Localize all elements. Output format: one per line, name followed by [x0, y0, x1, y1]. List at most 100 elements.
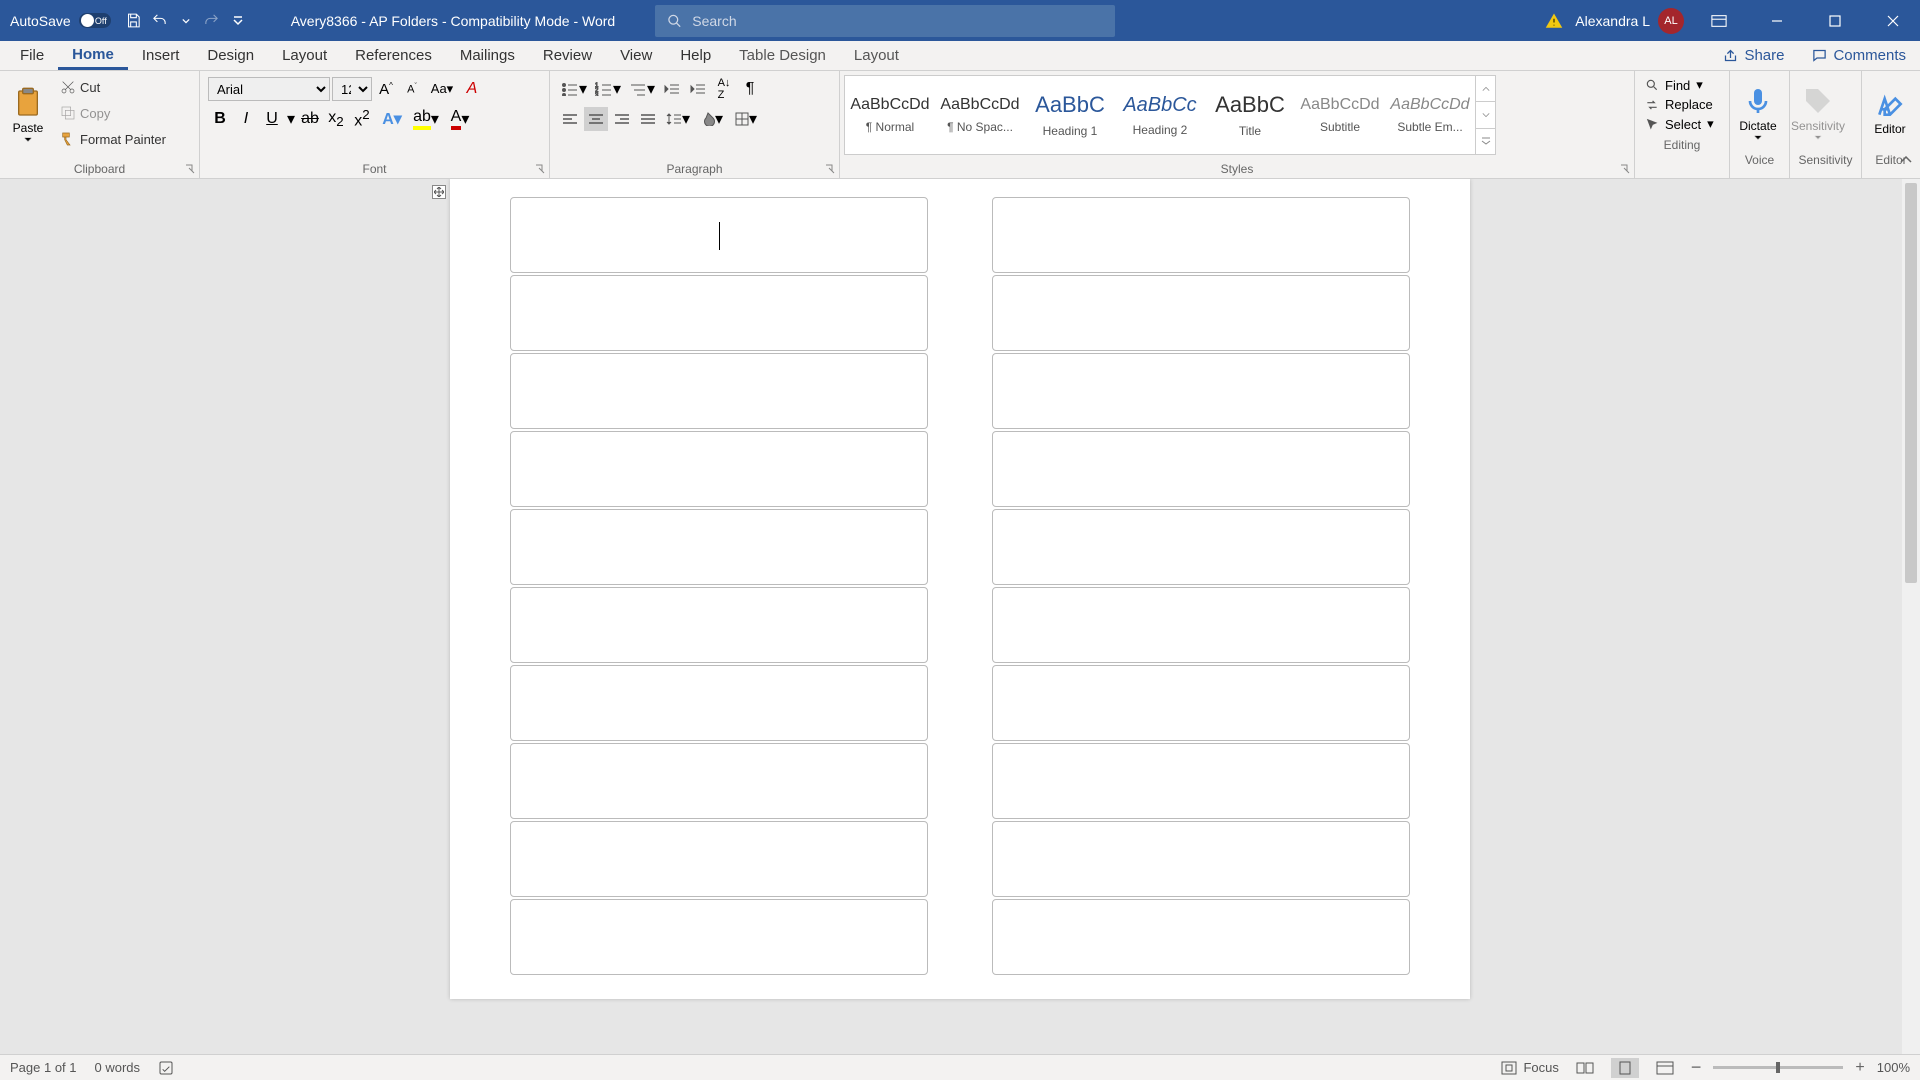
tab-help[interactable]: Help: [666, 41, 725, 70]
collapse-ribbon-icon[interactable]: [1900, 156, 1912, 164]
bold-button[interactable]: B: [208, 107, 232, 131]
line-spacing-button[interactable]: ▾: [662, 107, 694, 131]
sensitivity-button[interactable]: Sensitivity: [1794, 73, 1842, 151]
zoom-level[interactable]: 100%: [1877, 1060, 1910, 1075]
label-cell[interactable]: [992, 743, 1410, 819]
label-cell[interactable]: [510, 899, 928, 975]
show-marks-button[interactable]: ¶: [738, 77, 762, 101]
label-cell[interactable]: [510, 431, 928, 507]
highlight-button[interactable]: ab▾: [410, 107, 442, 131]
paste-button[interactable]: Paste: [4, 75, 52, 153]
label-cell[interactable]: [992, 431, 1410, 507]
copy-button[interactable]: Copy: [56, 101, 170, 125]
label-cell[interactable]: [510, 743, 928, 819]
print-layout-button[interactable]: [1611, 1058, 1639, 1078]
zoom-thumb[interactable]: [1776, 1062, 1780, 1073]
style-heading1[interactable]: AaBbCHeading 1: [1025, 76, 1115, 154]
page-indicator[interactable]: Page 1 of 1: [10, 1060, 77, 1075]
label-cell[interactable]: [992, 821, 1410, 897]
zoom-out-button[interactable]: −: [1691, 1057, 1702, 1078]
borders-button[interactable]: ▾: [730, 107, 762, 131]
label-cell[interactable]: [992, 509, 1410, 585]
share-button[interactable]: Share: [1709, 41, 1798, 70]
autosave-toggle[interactable]: Off: [79, 13, 111, 28]
italic-button[interactable]: I: [234, 107, 258, 131]
close-icon[interactable]: [1870, 1, 1916, 41]
tab-mailings[interactable]: Mailings: [446, 41, 529, 70]
sort-button[interactable]: A↓Z: [712, 77, 736, 101]
gallery-scroll-up[interactable]: [1476, 76, 1495, 102]
focus-mode-button[interactable]: Focus: [1501, 1060, 1558, 1075]
label-cell[interactable]: [510, 587, 928, 663]
font-color-button[interactable]: A▾: [444, 107, 476, 131]
minimize-icon[interactable]: [1754, 1, 1800, 41]
web-layout-button[interactable]: [1651, 1058, 1679, 1078]
undo-dropdown-icon[interactable]: [173, 8, 199, 34]
style-nospacing[interactable]: AaBbCcDd¶ No Spac...: [935, 76, 1025, 154]
label-cell[interactable]: [510, 197, 928, 273]
redo-icon[interactable]: [199, 8, 225, 34]
underline-dropdown[interactable]: ▾: [286, 109, 296, 129]
gallery-expand[interactable]: [1476, 129, 1495, 154]
strikethrough-button[interactable]: ab: [298, 107, 322, 131]
style-normal[interactable]: AaBbCcDd¶ Normal: [845, 76, 935, 154]
shading-button[interactable]: ▾: [696, 107, 728, 131]
label-cell[interactable]: [992, 899, 1410, 975]
tab-design[interactable]: Design: [193, 41, 268, 70]
change-case-button[interactable]: Aa▾: [426, 77, 458, 101]
label-cell[interactable]: [992, 197, 1410, 273]
bullets-button[interactable]: ▾: [558, 77, 590, 101]
autosave-control[interactable]: AutoSave Off: [0, 13, 121, 29]
vertical-scrollbar[interactable]: [1902, 179, 1920, 1054]
tab-table-design[interactable]: Table Design: [725, 41, 840, 70]
styles-dialog-launcher[interactable]: [1618, 162, 1632, 176]
cut-button[interactable]: Cut: [56, 75, 170, 99]
save-icon[interactable]: [121, 8, 147, 34]
font-name-select[interactable]: Arial: [208, 77, 330, 101]
subscript-button[interactable]: x2: [324, 107, 348, 131]
word-count[interactable]: 0 words: [95, 1060, 141, 1075]
justify-button[interactable]: [636, 107, 660, 131]
style-subtle-emphasis[interactable]: AaBbCcDdSubtle Em...: [1385, 76, 1475, 154]
label-cell[interactable]: [510, 509, 928, 585]
tab-review[interactable]: Review: [529, 41, 606, 70]
style-title[interactable]: AaBbCTitle: [1205, 76, 1295, 154]
undo-icon[interactable]: [147, 8, 173, 34]
select-button[interactable]: Select ▾: [1645, 116, 1719, 132]
font-size-select[interactable]: 12: [332, 77, 372, 101]
spellcheck-icon[interactable]: [158, 1060, 174, 1076]
clipboard-dialog-launcher[interactable]: [183, 162, 197, 176]
label-cell[interactable]: [510, 821, 928, 897]
grow-font-button[interactable]: A^: [374, 77, 398, 101]
clear-formatting-button[interactable]: A: [460, 77, 484, 101]
label-cell[interactable]: [510, 275, 928, 351]
style-heading2[interactable]: AaBbCcHeading 2: [1115, 76, 1205, 154]
document-area[interactable]: [0, 179, 1920, 1054]
decrease-indent-button[interactable]: [660, 77, 684, 101]
underline-button[interactable]: U: [260, 107, 284, 131]
superscript-button[interactable]: x2: [350, 107, 374, 131]
gallery-scroll-down[interactable]: [1476, 102, 1495, 128]
tab-insert[interactable]: Insert: [128, 41, 194, 70]
search-bar[interactable]: [655, 5, 1115, 37]
format-painter-button[interactable]: Format Painter: [56, 127, 170, 151]
find-button[interactable]: Find ▾: [1645, 77, 1719, 93]
align-left-button[interactable]: [558, 107, 582, 131]
increase-indent-button[interactable]: [686, 77, 710, 101]
search-input[interactable]: [692, 13, 1103, 29]
replace-button[interactable]: Replace: [1645, 97, 1719, 112]
label-cell[interactable]: [992, 587, 1410, 663]
label-cell[interactable]: [510, 353, 928, 429]
numbering-button[interactable]: 123▾: [592, 77, 624, 101]
user-account[interactable]: Alexandra L AL: [1575, 8, 1684, 34]
tab-table-layout[interactable]: Layout: [840, 41, 913, 70]
style-subtitle[interactable]: AaBbCcDdSubtitle: [1295, 76, 1385, 154]
tab-file[interactable]: File: [6, 41, 58, 70]
qat-customize-icon[interactable]: [225, 8, 251, 34]
label-cell[interactable]: [510, 665, 928, 741]
tab-home[interactable]: Home: [58, 41, 128, 70]
paragraph-dialog-launcher[interactable]: [823, 162, 837, 176]
table-move-handle[interactable]: [432, 185, 446, 199]
shrink-font-button[interactable]: Aˇ: [400, 77, 424, 101]
align-center-button[interactable]: [584, 107, 608, 131]
